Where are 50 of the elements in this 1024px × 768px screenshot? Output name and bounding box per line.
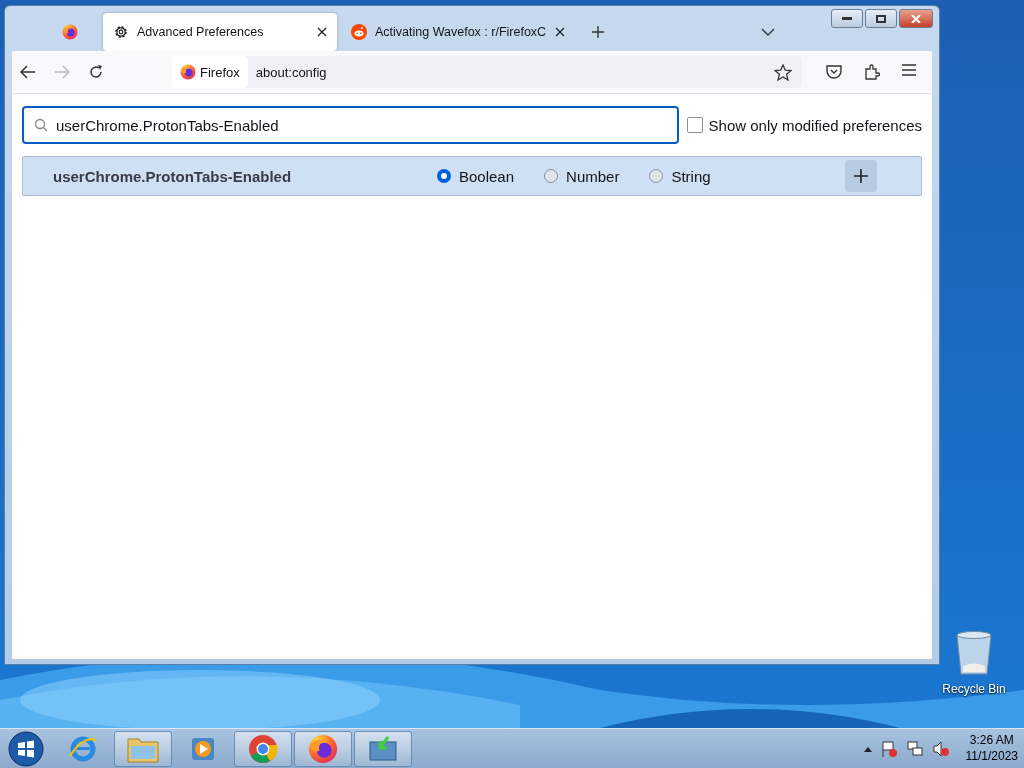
reload-icon[interactable] — [88, 64, 104, 80]
plus-icon — [854, 169, 868, 183]
firefox-icon — [308, 733, 338, 764]
chevron-down-icon[interactable] — [761, 27, 775, 37]
menu-icon[interactable] — [902, 64, 916, 76]
desktop-icon-label[interactable]: Recycle Bin — [942, 682, 1006, 696]
minimize-button[interactable] — [831, 9, 863, 28]
monitor-arrow-icon — [368, 735, 398, 762]
pocket-icon[interactable] — [826, 64, 842, 79]
taskbar-button[interactable] — [234, 730, 292, 767]
chrome-icon — [248, 733, 278, 764]
puzzle-icon[interactable] — [864, 64, 880, 80]
tab[interactable]: Activating Wavefox : r/FirefoxC — [341, 13, 575, 51]
alien-icon — [351, 24, 367, 40]
radio-button[interactable]: Number — [544, 167, 620, 185]
clock-date[interactable]: 11/1/2023 — [965, 748, 1018, 765]
taskbar-button[interactable] — [294, 730, 352, 767]
play-icon — [190, 735, 216, 762]
close-button[interactable] — [899, 9, 933, 28]
search-field[interactable]: userChrome.ProtonTabs-Enabled — [22, 106, 679, 144]
trash-can-icon[interactable] — [954, 630, 994, 676]
restore-icon — [876, 14, 886, 23]
identity-button[interactable]: Firefox — [172, 56, 248, 88]
url-text[interactable]: about:config — [247, 64, 774, 80]
tab[interactable]: Advanced Preferences — [103, 13, 337, 51]
plus-icon[interactable] — [591, 25, 605, 39]
close-icon — [911, 14, 921, 23]
firefox-icon — [62, 24, 78, 40]
minimize-icon — [842, 16, 852, 21]
add-button[interactable] — [845, 160, 877, 192]
taskbar-button[interactable] — [114, 730, 172, 767]
star-icon[interactable] — [774, 63, 792, 81]
radio-button[interactable]: String — [649, 167, 711, 185]
clock-time[interactable]: 3:26 AM — [969, 732, 1014, 749]
firefox-icon — [180, 64, 196, 80]
settings-icon — [113, 24, 129, 40]
close-icon[interactable] — [555, 27, 565, 37]
flag-icon[interactable] — [879, 739, 898, 758]
maximize-button[interactable] — [865, 9, 897, 28]
search-icon — [34, 118, 48, 132]
preference-name: userChrome.ProtonTabs-Enabled — [53, 167, 293, 185]
radio-button[interactable]: Boolean — [437, 167, 515, 185]
start-button[interactable] — [6, 730, 46, 767]
back-arrow-icon[interactable] — [20, 65, 36, 79]
taskbar-button[interactable] — [354, 730, 412, 767]
close-icon[interactable] — [317, 27, 327, 37]
speaker-muted-icon[interactable] — [931, 739, 950, 758]
modified-checkbox[interactable]: Show only modified preferences — [686, 116, 922, 134]
network-icon[interactable] — [905, 739, 924, 758]
triangle-up-icon[interactable] — [863, 745, 872, 752]
